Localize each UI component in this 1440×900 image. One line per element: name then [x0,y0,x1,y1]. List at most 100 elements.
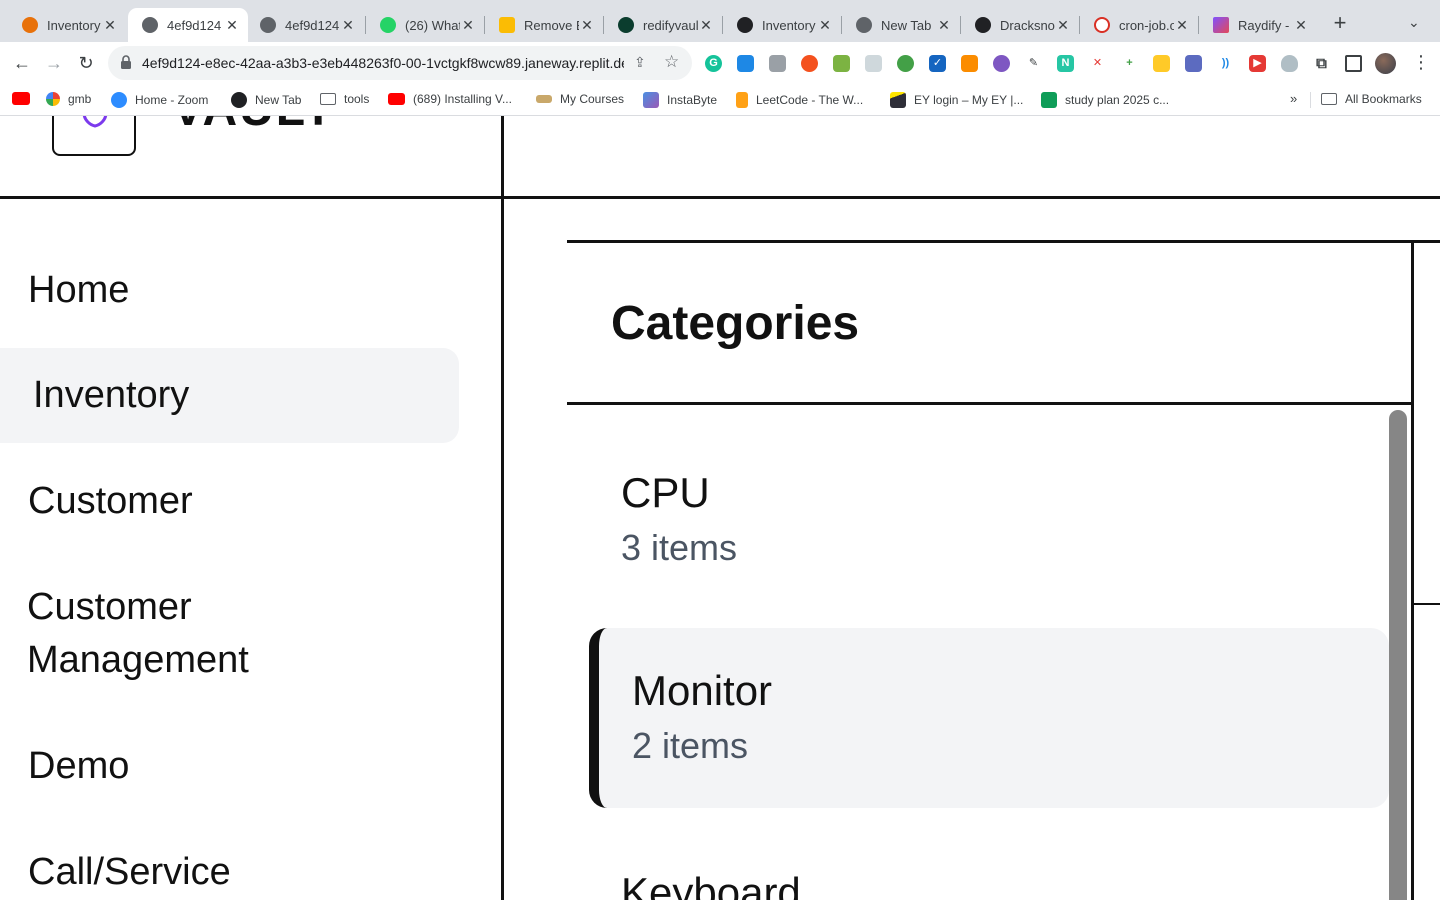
close-icon[interactable]: ✕ [1055,17,1071,34]
pen-icon[interactable]: ✎ [1025,55,1042,72]
github-icon [975,17,991,33]
extension-play-icon[interactable]: ▶ [1249,55,1266,72]
tab-title: 4ef9d124 [167,17,222,33]
share-icon[interactable]: ⇪ [634,54,646,71]
extension-tag-icon[interactable] [1153,55,1170,72]
bookmark-item[interactable]: LeetCode - The W... [736,92,863,108]
google-icon [46,92,60,106]
sidebar-item-inventory[interactable]: Inventory [0,348,459,443]
extension-robot-icon[interactable] [897,55,914,72]
category-item-keyboard[interactable]: Keyboard [621,868,801,900]
tab-title: (26) What [405,17,460,33]
browser-tab[interactable]: Inventory ✕ [8,8,126,42]
bookmark-item[interactable]: Home - Zoom [111,92,208,108]
reload-icon[interactable]: ↻ [74,51,98,75]
bookmark-youtube[interactable] [12,92,38,105]
category-item-monitor[interactable]: Monitor 2 items [589,628,1389,808]
camera-icon[interactable] [769,55,786,72]
tab-title: Inventory [47,17,101,33]
all-bookmarks-folder[interactable]: All Bookmarks [1321,92,1422,106]
category-item-cpu[interactable]: CPU 3 items [621,468,737,572]
close-icon[interactable]: ✕ [460,17,476,34]
bookmark-item[interactable]: EY login – My EY |... [890,92,1023,108]
extension-check-icon[interactable]: ✓ [929,55,946,72]
extension-plus-icon[interactable]: + [1121,55,1138,72]
bookmark-label: All Bookmarks [1345,92,1422,106]
close-icon[interactable]: ✕ [224,17,240,34]
ey-icon [890,92,906,108]
address-bar[interactable]: 4ef9d124-e8ec-42aa-a3b3-e3eb448263f0-00-… [108,46,692,80]
bookmark-folder[interactable]: tools [320,92,369,106]
close-icon[interactable]: ✕ [340,17,356,34]
scrollbar-thumb[interactable] [1389,410,1407,900]
clock-icon [1094,17,1110,33]
browser-tab[interactable]: Inventory ✕ [723,8,841,42]
bookmark-item[interactable]: New Tab [231,92,301,108]
browser-tab[interactable]: redifyvaul ✕ [604,8,722,42]
extension-x-icon[interactable]: ✕ [1089,55,1106,72]
course-icon [536,95,552,103]
close-icon[interactable]: ✕ [698,17,714,34]
tab-title: redifyvaul [643,17,698,33]
close-icon[interactable]: ✕ [579,17,595,34]
browser-tab[interactable]: Remove E ✕ [485,8,603,42]
chrome-icon [856,17,872,33]
bookmark-item[interactable]: My Courses [536,92,624,106]
forward-icon[interactable]: → [42,51,66,75]
extension-n-icon[interactable]: N [1057,55,1074,72]
puzzle-icon[interactable]: ⧉ [1313,55,1330,72]
extension-flame-icon[interactable] [801,55,818,72]
close-icon[interactable]: ✕ [102,17,118,34]
url-text[interactable]: 4ef9d124-e8ec-42aa-a3b3-e3eb448263f0-00-… [142,55,624,71]
rocket-icon [643,92,659,108]
bookmark-label: InstaByte [667,93,718,107]
browser-tab[interactable]: Dracksno ✕ [961,8,1079,42]
sidebar-item-customer[interactable]: Customer [28,475,193,528]
close-icon[interactable]: ✕ [936,17,952,34]
extension-signal-icon[interactable]: )) [1217,55,1234,72]
browser-tab[interactable]: cron-job.o ✕ [1080,8,1198,42]
browser-tab[interactable]: (26) What ✕ [366,8,484,42]
bookmark-label: tools [344,92,370,106]
kotlin-icon [1213,17,1229,33]
tab-search-icon[interactable]: ⌄ [1408,14,1420,31]
tab-title: Dracksno [1000,17,1055,33]
bookmark-label: study plan 2025 c... [1065,93,1170,107]
extension-plant-icon[interactable] [833,55,850,72]
extension-star-icon[interactable] [993,55,1010,72]
profile-avatar[interactable] [1375,53,1396,74]
bookmark-item[interactable]: InstaByte [643,92,717,108]
grammarly-icon[interactable]: G [705,55,722,72]
openai-icon [737,17,753,33]
new-tab-button[interactable]: + [1328,12,1352,36]
sidebar-item-demo[interactable]: Demo [28,740,129,793]
tab-title: Raydify - [1238,17,1290,33]
bookmark-item[interactable]: (689) Installing V... [388,92,512,106]
bookmark-item[interactable]: gmb [46,92,91,106]
extension-book-icon[interactable] [737,55,754,72]
browser-tab[interactable]: 4ef9d124 ✕ [246,8,364,42]
openai-icon [231,92,247,108]
globe-icon [142,17,158,33]
sidebar-item-customer-management[interactable]: Customer Management [27,581,327,687]
chevron-double-right-icon[interactable]: » [1290,91,1297,106]
browser-tab[interactable]: New Tab ✕ [842,8,960,42]
browser-tab[interactable]: Raydify - ✕ [1199,8,1317,42]
sidebar-item-call-service[interactable]: Call/Service [28,846,231,899]
close-icon[interactable]: ✕ [817,17,833,34]
side-panel-icon[interactable] [1345,55,1362,72]
back-icon[interactable]: ← [10,51,34,75]
extension-badge-icon[interactable] [961,55,978,72]
bookmark-item[interactable]: study plan 2025 c... [1041,92,1169,108]
leaf-icon [618,17,634,33]
shield-extension-icon[interactable] [1281,55,1298,72]
close-icon[interactable]: ✕ [1174,17,1190,34]
logo[interactable] [52,116,136,156]
menu-icon[interactable]: ⋮ [1412,52,1430,73]
reader-icon[interactable] [865,55,882,72]
close-icon[interactable]: ✕ [1293,17,1309,34]
browser-tab-active[interactable]: 4ef9d124 ✕ [128,8,248,42]
extension-art-icon[interactable] [1185,55,1202,72]
bookmark-star-icon[interactable]: ☆ [664,52,679,72]
sidebar-item-home[interactable]: Home [28,264,129,317]
